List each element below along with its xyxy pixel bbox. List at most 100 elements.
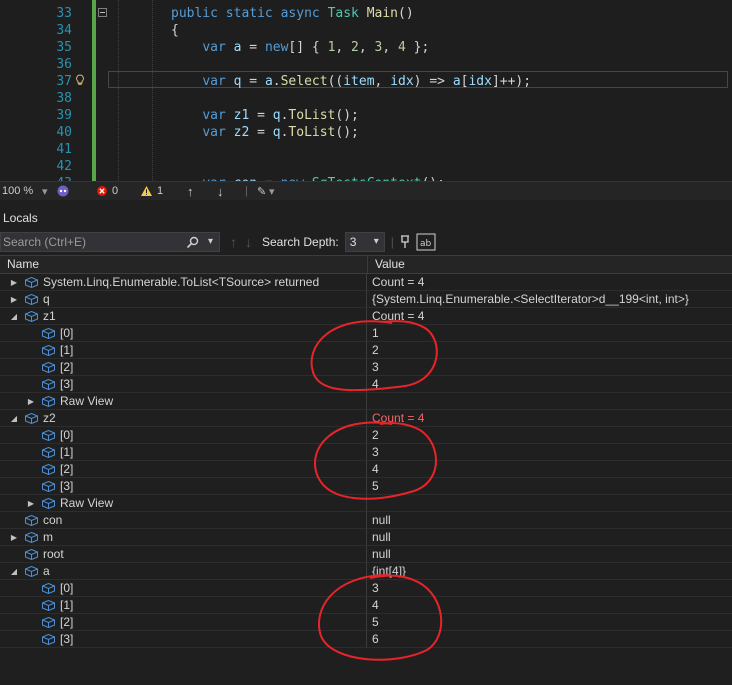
variable-value[interactable]: 5 bbox=[367, 614, 732, 631]
variable-value[interactable]: 6 bbox=[367, 631, 732, 648]
variable-value[interactable]: Count = 4 bbox=[367, 274, 732, 291]
arrow-down-icon[interactable]: ↓ bbox=[245, 234, 252, 250]
chevron-down-icon[interactable]: ▾ bbox=[208, 233, 213, 251]
locals-row[interactable]: ▶ Raw View bbox=[0, 495, 732, 512]
variable-value[interactable]: 4 bbox=[367, 461, 732, 478]
code-editor[interactable]: 33 public static async Task Main() 34 {35 v… bbox=[0, 0, 732, 181]
hex-display-icon[interactable]: ab bbox=[416, 233, 436, 251]
row-name-cell[interactable]: [1] bbox=[0, 597, 367, 614]
locals-row[interactable]: [1] 3 bbox=[0, 444, 732, 461]
variable-value[interactable]: 3 bbox=[367, 444, 732, 461]
code-text[interactable]: var a = new[] { 1, 2, 3, 4 }; bbox=[171, 39, 429, 56]
arrow-down-icon[interactable]: ↓ bbox=[217, 184, 245, 199]
brush-icon[interactable]: ✎ bbox=[257, 185, 269, 198]
variable-value[interactable]: 3 bbox=[367, 359, 732, 376]
variable-value[interactable]: {int[4]} bbox=[367, 563, 732, 580]
collapsed-arrow-icon[interactable]: ▶ bbox=[9, 529, 19, 546]
variable-value[interactable]: 2 bbox=[367, 342, 732, 359]
search-input[interactable]: Search (Ctrl+E) ▾ bbox=[0, 231, 220, 252]
code-text[interactable]: { bbox=[171, 22, 179, 39]
locals-row[interactable]: [2] 3 bbox=[0, 359, 732, 376]
locals-row[interactable]: [0] 2 bbox=[0, 427, 732, 444]
chevron-down-icon[interactable]: ▾ bbox=[42, 185, 56, 198]
locals-row[interactable]: ▶ m null bbox=[0, 529, 732, 546]
locals-row[interactable]: [1] 2 bbox=[0, 342, 732, 359]
variable-value[interactable]: 5 bbox=[367, 478, 732, 495]
arrow-up-icon[interactable]: ↑ bbox=[187, 184, 217, 199]
variable-value[interactable] bbox=[367, 495, 732, 512]
collapsed-arrow-icon[interactable]: ▶ bbox=[9, 274, 19, 291]
row-name-cell[interactable]: root bbox=[0, 546, 367, 563]
variable-value[interactable]: 1 bbox=[367, 325, 732, 342]
variable-value[interactable]: null bbox=[367, 546, 732, 563]
search-depth-select[interactable]: 3 ▾ bbox=[344, 231, 385, 252]
collapsed-arrow-icon[interactable]: ▶ bbox=[26, 393, 36, 410]
row-name-cell[interactable]: [0] bbox=[0, 427, 367, 444]
code-line[interactable]: 36 bbox=[0, 56, 732, 73]
error-count[interactable]: 0 bbox=[112, 185, 140, 197]
code-line[interactable]: 38 bbox=[0, 90, 732, 107]
locals-row[interactable]: [1] 4 bbox=[0, 597, 732, 614]
variable-value[interactable] bbox=[367, 393, 732, 410]
code-line[interactable]: 41 bbox=[0, 141, 732, 158]
arrow-up-icon[interactable]: ↑ bbox=[230, 234, 237, 250]
row-name-cell[interactable]: [3] bbox=[0, 631, 367, 648]
chevron-down-icon[interactable]: ▾ bbox=[269, 185, 281, 198]
row-name-cell[interactable]: [3] bbox=[0, 376, 367, 393]
code-text[interactable]: var z2 = q.ToList(); bbox=[171, 124, 359, 141]
value-column-header[interactable]: Value bbox=[368, 256, 725, 273]
code-line[interactable]: 33 public static async Task Main() bbox=[0, 5, 732, 22]
locals-row[interactable]: ◢ z1 Count = 4 bbox=[0, 308, 732, 325]
collapsed-arrow-icon[interactable]: ▶ bbox=[9, 291, 19, 308]
variable-value[interactable]: {System.Linq.Enumerable.<SelectIterator>… bbox=[367, 291, 732, 308]
row-name-cell[interactable]: [2] bbox=[0, 461, 367, 478]
locals-row[interactable]: [0] 1 bbox=[0, 325, 732, 342]
row-name-cell[interactable]: con bbox=[0, 512, 367, 529]
warning-count[interactable]: 1 bbox=[157, 185, 187, 197]
error-icon[interactable] bbox=[96, 185, 108, 197]
variable-value[interactable]: null bbox=[367, 512, 732, 529]
code-text[interactable]: var z1 = q.ToList(); bbox=[171, 107, 359, 124]
expanded-arrow-icon[interactable]: ◢ bbox=[9, 563, 19, 580]
variable-value[interactable]: Count = 4 bbox=[367, 308, 732, 325]
code-line[interactable]: 42 bbox=[0, 158, 732, 175]
locals-row[interactable]: [3] 4 bbox=[0, 376, 732, 393]
locals-row[interactable]: ▶ Raw View bbox=[0, 393, 732, 410]
zoom-level[interactable]: 100 % bbox=[2, 185, 42, 197]
row-name-cell[interactable]: ◢ z1 bbox=[0, 308, 367, 325]
locals-row[interactable]: ◢ z2 Count = 4 bbox=[0, 410, 732, 427]
locals-row[interactable]: [3] 5 bbox=[0, 478, 732, 495]
code-line[interactable]: 40 var z2 = q.ToList(); bbox=[0, 124, 732, 141]
code-line[interactable]: 39 var z1 = q.ToList(); bbox=[0, 107, 732, 124]
locals-row[interactable]: root null bbox=[0, 546, 732, 563]
code-line[interactable]: 35 var a = new[] { 1, 2, 3, 4 }; bbox=[0, 39, 732, 56]
expanded-arrow-icon[interactable]: ◢ bbox=[9, 410, 19, 427]
row-name-cell[interactable]: ▶ q bbox=[0, 291, 367, 308]
search-icon[interactable] bbox=[186, 236, 199, 249]
code-line[interactable]: 34 { bbox=[0, 22, 732, 39]
locals-row[interactable]: ▶ q {System.Linq.Enumerable.<SelectIterato… bbox=[0, 291, 732, 308]
row-name-cell[interactable]: [2] bbox=[0, 359, 367, 376]
locals-row[interactable]: ▶ System.Linq.Enumerable.ToList<TSource> … bbox=[0, 274, 732, 291]
variable-value[interactable]: 4 bbox=[367, 597, 732, 614]
locals-row[interactable]: [2] 5 bbox=[0, 614, 732, 631]
variable-value[interactable]: 3 bbox=[367, 580, 732, 597]
code-line[interactable]: 37 var q = a.Select((item, idx) => a[idx… bbox=[0, 73, 732, 90]
locals-row[interactable]: [3] 6 bbox=[0, 631, 732, 648]
code-text[interactable]: var q = a.Select((item, idx) => a[idx]++… bbox=[171, 73, 531, 90]
variable-value[interactable]: null bbox=[367, 529, 732, 546]
name-column-header[interactable]: Name bbox=[0, 256, 368, 273]
warning-icon[interactable] bbox=[140, 185, 153, 197]
row-name-cell[interactable]: [1] bbox=[0, 444, 367, 461]
locals-row[interactable]: [0] 3 bbox=[0, 580, 732, 597]
variable-value[interactable]: 2 bbox=[367, 427, 732, 444]
row-name-cell[interactable]: ▶ System.Linq.Enumerable.ToList<TSource> … bbox=[0, 274, 367, 291]
variable-value[interactable]: 4 bbox=[367, 376, 732, 393]
locals-row[interactable]: ◢ a {int[4]} bbox=[0, 563, 732, 580]
row-name-cell[interactable]: [3] bbox=[0, 478, 367, 495]
variable-value[interactable]: Count = 4 bbox=[367, 410, 732, 427]
row-name-cell[interactable]: [2] bbox=[0, 614, 367, 631]
expanded-arrow-icon[interactable]: ◢ bbox=[9, 308, 19, 325]
row-name-cell[interactable]: ▶ Raw View bbox=[0, 495, 367, 512]
row-name-cell[interactable]: [0] bbox=[0, 325, 367, 342]
